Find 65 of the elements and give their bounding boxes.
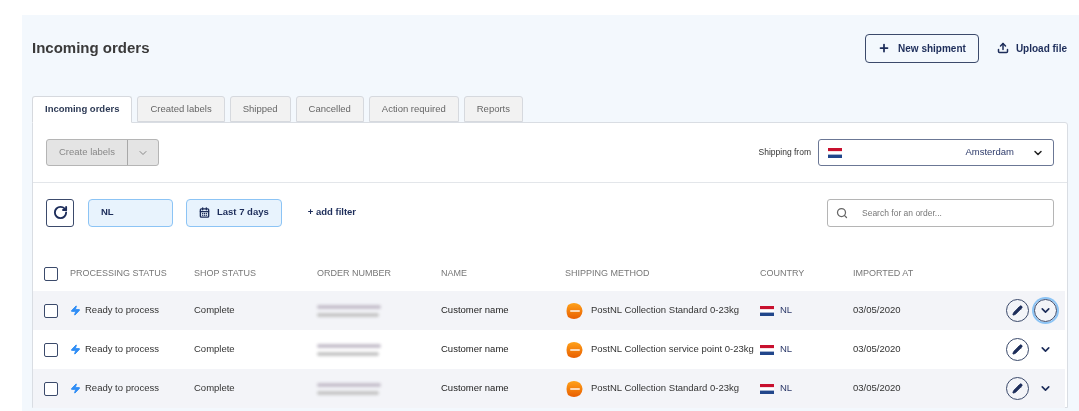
- pencil-icon: [1012, 305, 1023, 316]
- table-cell: 03/05/2020: [853, 342, 901, 357]
- upload-file-button[interactable]: Upload file: [996, 40, 1068, 56]
- table-cell: NL: [780, 342, 793, 357]
- table-cell: PostNL Collection Standard 0-23kg: [591, 303, 740, 318]
- upload-icon: [996, 42, 1009, 54]
- column-header: IMPORTED AT: [853, 267, 915, 281]
- column-header: SHIPPING METHOD: [565, 267, 651, 281]
- flag-icon: [828, 147, 842, 158]
- table-cell: Ready to process: [85, 381, 159, 396]
- page-title: Incoming orders: [32, 37, 150, 58]
- create-labels-label: Create labels: [47, 140, 128, 165]
- table-cell: NL: [780, 303, 793, 318]
- tab[interactable]: Reports: [463, 96, 523, 122]
- tab[interactable]: Created labels: [137, 96, 225, 122]
- expand-button[interactable]: [1034, 299, 1057, 322]
- shipping-from-select[interactable]: Amsterdam: [818, 139, 1054, 166]
- checkbox[interactable]: [44, 342, 58, 357]
- table-cell: Customer name: [441, 303, 509, 318]
- table-cell: 03/05/2020: [853, 303, 901, 318]
- column-header: SHOP STATUS: [194, 267, 257, 281]
- calendar-icon: [199, 207, 210, 218]
- date-filter-chip[interactable]: Last 7 days: [186, 198, 282, 227]
- checkbox[interactable]: [44, 267, 58, 281]
- tab[interactable]: Incoming orders: [32, 96, 133, 123]
- shipping-from-label: Shipping from: [758, 146, 811, 159]
- table-cell: Customer name: [441, 381, 509, 396]
- table-cell: Complete: [194, 381, 235, 396]
- plus-icon: [878, 42, 891, 54]
- table-cell: Customer name: [441, 342, 509, 357]
- search-field[interactable]: Search for an order...: [827, 198, 1054, 227]
- column-header: COUNTRY: [760, 267, 806, 281]
- column-header: ORDER NUMBER: [317, 267, 392, 281]
- carrier-logo-icon: [565, 339, 585, 360]
- add-filter-link[interactable]: + add filter: [307, 205, 357, 220]
- table-cell: 03/05/2020: [853, 381, 901, 396]
- new-shipment-button[interactable]: New shipment: [865, 33, 979, 63]
- table-cell: Ready to process: [85, 342, 159, 357]
- lightning-icon: [70, 305, 81, 316]
- tab[interactable]: Cancelled: [295, 96, 364, 122]
- pencil-icon: [1012, 383, 1023, 394]
- flag-icon: [760, 383, 774, 394]
- flag-icon: [760, 344, 774, 355]
- table-cell: NL: [780, 381, 793, 396]
- refresh-icon: [52, 205, 68, 220]
- refresh-button[interactable]: [46, 198, 74, 227]
- country-filter-chip[interactable]: NL: [88, 198, 173, 227]
- table-cell: PostNL Collection service point 0-23kg: [591, 342, 754, 357]
- pencil-icon: [1012, 344, 1023, 355]
- table-cell: PostNL Collection Standard 0-23kg: [591, 381, 740, 396]
- carrier-logo-icon: [565, 300, 585, 321]
- tab[interactable]: Shipped: [229, 96, 291, 122]
- column-header: NAME: [441, 267, 468, 281]
- table-cell: Complete: [194, 303, 235, 318]
- table-cell: Complete: [194, 342, 235, 357]
- column-header: PROCESSING STATUS: [70, 267, 168, 281]
- flag-icon: [760, 305, 774, 316]
- checkbox[interactable]: [44, 381, 58, 396]
- tab[interactable]: Action required: [368, 96, 459, 122]
- lightning-icon: [70, 344, 81, 355]
- checkbox[interactable]: [44, 303, 58, 318]
- table-cell: Ready to process: [85, 303, 159, 318]
- search-icon: [836, 206, 848, 219]
- carrier-logo-icon: [565, 378, 585, 399]
- lightning-icon: [70, 383, 81, 394]
